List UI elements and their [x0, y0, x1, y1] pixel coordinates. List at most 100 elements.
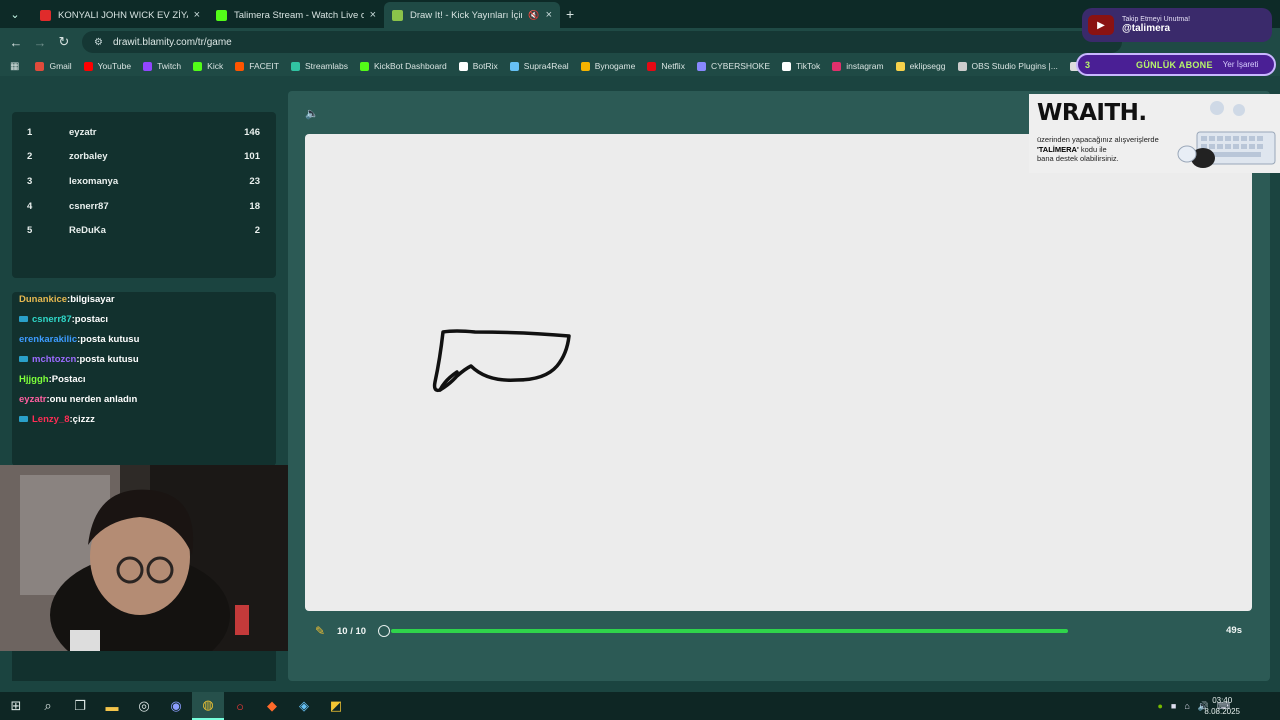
chrome-icon[interactable]: ◍ — [192, 692, 224, 720]
webcam-feed — [0, 465, 301, 651]
sponsor-text: üzerinden yapacağınız alışverişlerde 'TA… — [1037, 135, 1197, 164]
clock-time: 03:40 — [1212, 696, 1233, 705]
system-clock[interactable]: 03:40 8.08.2025 — [1204, 695, 1240, 717]
bookmark-favicon-icon — [458, 61, 468, 71]
drawing-sketch — [432, 329, 571, 393]
keyboard-mouse-image — [1177, 101, 1276, 168]
kick-app-icon[interactable]: ◩ — [320, 692, 352, 720]
reload-icon[interactable]: ↻ — [52, 34, 76, 50]
tab-favicon-icon — [40, 9, 51, 21]
new-tab-button[interactable]: + — [566, 6, 574, 22]
chat-text: :postacı — [71, 313, 109, 325]
bookmark-label: YouTube — [97, 61, 132, 71]
bookmark-label: eklipsegg — [909, 61, 946, 71]
chat-username: Hjjggh — [19, 373, 49, 385]
bookmark-favicon-icon — [832, 61, 842, 71]
leaderboard-panel: 1 eyzatr 146 2 zorbaley 101 3 lexomanya 23 4 csner… — [12, 112, 276, 278]
bookmark-favicon-icon — [143, 61, 153, 71]
bookmark-item[interactable]: KickBot Dashboard — [359, 61, 447, 71]
bookmark-item[interactable]: FACEIT — [235, 61, 279, 71]
search-icon[interactable]: ⌕ — [32, 692, 64, 720]
seconds-left: 49s — [1226, 625, 1242, 636]
apps-grid-icon[interactable]: ▦ — [10, 61, 19, 72]
bookmark-item[interactable]: OBS Studio Plugins |... — [957, 61, 1058, 71]
file-explorer-icon[interactable]: ▬ — [96, 692, 128, 720]
leaderboard-rank: 2 — [27, 151, 33, 163]
site-info-icon[interactable]: ⚙ — [94, 37, 103, 48]
bookmark-label: TikTok — [796, 61, 821, 71]
leaderboard-score: 23 — [249, 175, 260, 187]
browser-tab[interactable]: Talimera Stream - Watch Live o × — [208, 2, 384, 28]
bookmark-item[interactable]: instagram — [832, 61, 884, 71]
leaderboard-name: lexomanya — [69, 175, 119, 187]
url-text: drawit.blamity.com/tr/game — [112, 36, 232, 48]
tray-app-icon[interactable]: ■ — [1171, 701, 1176, 711]
chat-text: :bilgisayar — [67, 293, 115, 305]
windows-start-icon[interactable]: ⊞ — [0, 692, 32, 720]
leaderboard-row: 2 zorbaley 101 — [12, 145, 276, 169]
bookmark-label: Supra4Real — [523, 61, 569, 71]
bookmark-item[interactable]: BotRix — [458, 61, 498, 71]
bookmark-item[interactable]: YouTube — [83, 61, 132, 71]
leaderboard-rank: 1 — [27, 126, 33, 138]
bookmark-item[interactable]: Kick — [193, 61, 223, 71]
bookmark-label: CYBERSHOKE — [710, 61, 770, 71]
chat-text: :Postacı — [48, 373, 86, 385]
bookmark-favicon-icon — [696, 61, 706, 71]
leaderboard-row: 4 csnerr87 18 — [12, 194, 276, 218]
timer-icon — [378, 625, 391, 637]
daily-sub-label: GÜNLÜK ABONE — [1136, 59, 1213, 70]
browser-tab[interactable]: Draw It! - Kick Yayınları İçin 🔇 × — [384, 2, 560, 28]
bookmark-favicon-icon — [83, 61, 93, 71]
tab-title: Draw It! - Kick Yayınları İçin — [410, 9, 523, 21]
task-view-icon[interactable]: ❐ — [64, 692, 96, 720]
tab-close-icon[interactable]: × — [370, 9, 376, 21]
bookmark-item[interactable]: Bynogame — [580, 61, 635, 71]
chat-message: csnerr87:postacı — [19, 310, 108, 328]
speaker-icon[interactable]: 🔈 — [305, 107, 319, 120]
tab-muted-icon[interactable]: 🔇 — [528, 10, 539, 21]
url-input[interactable]: ⚙ drawit.blamity.com/tr/game — [82, 31, 1122, 53]
tab-close-icon[interactable]: × — [546, 9, 552, 21]
bookmark-item[interactable]: Gmail — [35, 61, 72, 71]
brave-icon[interactable]: ◆ — [256, 692, 288, 720]
chat-badge-icon — [19, 316, 28, 322]
bookmark-favicon-icon — [957, 61, 967, 71]
leaderboard-score: 101 — [244, 151, 260, 163]
browser-tab[interactable]: KONYALI JOHN WICK EV ZİYARE × — [32, 2, 208, 28]
network-icon[interactable]: ⌂ — [1184, 701, 1189, 711]
daily-sub-count: 3 — [1085, 59, 1091, 70]
chat-username: eyzatr — [19, 393, 47, 405]
bookmark-item[interactable]: eklipsegg — [895, 61, 946, 71]
tab-close-icon[interactable]: × — [194, 9, 200, 21]
bookmark-favicon-icon — [359, 61, 369, 71]
bookmark-favicon-icon — [782, 61, 791, 71]
bookmark-item[interactable]: Netflix — [647, 61, 685, 71]
opera-icon[interactable]: ○ — [224, 692, 256, 720]
bookmark-label: Netflix — [661, 61, 685, 71]
daily-sub-overlay: 3 GÜNLÜK ABONE Yer İşareti — [1076, 53, 1276, 76]
bookmark-label: Kick — [207, 61, 224, 71]
steam-app-icon[interactable]: ◈ — [288, 692, 320, 720]
bookmark-item[interactable]: TikTok — [782, 61, 820, 71]
tab-search-chevron-icon[interactable]: ⌄ — [4, 3, 26, 25]
forward-arrow-icon[interactable]: → — [28, 35, 52, 50]
chat-panel: Dunankice:bilgisayar csnerr87:postacı eren… — [12, 292, 276, 466]
bookmark-item[interactable]: Streamlabs — [290, 61, 348, 71]
bookmark-label: OBS Studio Plugins |... — [971, 61, 1058, 71]
bookmark-item[interactable]: CYBERSHOKE — [696, 61, 770, 71]
nvidia-icon[interactable]: ● — [1157, 701, 1162, 711]
discord-icon[interactable]: ◉ — [160, 692, 192, 720]
chat-username: Lenzy_8 — [32, 413, 70, 425]
chat-username: mchtozcn — [32, 353, 77, 365]
bookmark-label: Twitch — [157, 61, 182, 71]
back-arrow-icon[interactable]: ← — [4, 35, 28, 50]
drawing-canvas[interactable] — [305, 134, 1252, 611]
follow-reminder-overlay: ▶ Takip Etmeyi Unutma! @talimera — [1082, 8, 1272, 42]
steam-icon[interactable]: ◎ — [128, 692, 160, 720]
tab-favicon-icon — [392, 9, 403, 21]
sponsor-brand: WRAITH. — [1037, 100, 1147, 126]
bookmark-item[interactable]: Supra4Real — [509, 61, 569, 71]
chat-message: eyzatr:onu nerden anladın — [19, 390, 137, 408]
bookmark-item[interactable]: Twitch — [143, 61, 181, 71]
